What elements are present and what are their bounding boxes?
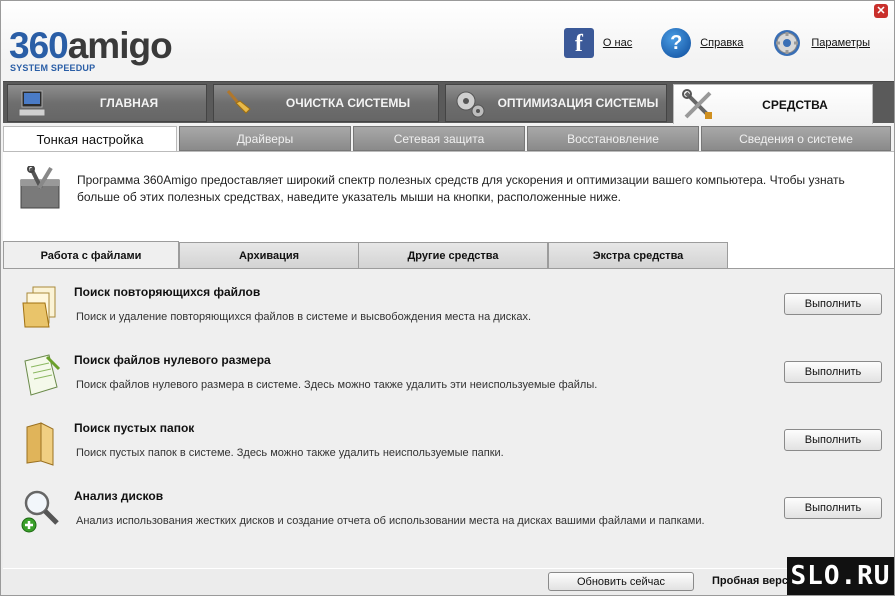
innertab-files[interactable]: Работа с файлами [3, 241, 179, 269]
subtab-network[interactable]: Сетевая защита [353, 126, 525, 151]
innertab-archive[interactable]: Архивация [179, 242, 359, 269]
tool-disk-analysis: Анализ дисков Анализ использования жестк… [3, 483, 894, 545]
run-duplicate-files-button[interactable]: Выполнить [784, 293, 882, 315]
help-link[interactable]: Справка [700, 37, 743, 49]
subtab-drivers[interactable]: Драйверы [179, 126, 351, 151]
tool-name: Поиск файлов нулевого размера [74, 353, 271, 367]
tab-optimization-label: ОПТИМИЗАЦИЯ СИСТЕМЫ [497, 96, 659, 110]
gear-icon[interactable] [771, 27, 803, 59]
subtab-tweaks[interactable]: Тонкая настройка [3, 126, 177, 152]
tools-panel: Поиск повторяющихся файлов Поиск и удале… [3, 268, 894, 568]
duplicate-files-icon [19, 283, 63, 331]
tool-name: Поиск пустых папок [74, 421, 195, 435]
tab-tools-label: СРЕДСТВА [762, 97, 828, 112]
subtab-restore[interactable]: Восстановление [527, 126, 699, 151]
innertab-extra[interactable]: Экстра средства [548, 242, 728, 269]
top-links: f О нас ? Справка Параметры [563, 25, 870, 61]
close-icon[interactable]: ✕ [874, 4, 888, 18]
about-link[interactable]: О нас [603, 37, 632, 49]
tool-duplicate-files: Поиск повторяющихся файлов Поиск и удале… [3, 279, 894, 341]
status-bar: Обновить сейчас Пробная версия [3, 569, 894, 595]
run-zero-files-button[interactable]: Выполнить [784, 361, 882, 383]
tab-cleanup-label: ОЧИСТКА СИСТЕМЫ [285, 96, 411, 110]
help-icon[interactable]: ? [660, 27, 692, 59]
tool-name: Анализ дисков [74, 489, 164, 503]
settings-link[interactable]: Параметры [811, 37, 870, 49]
tool-empty-folders: Поиск пустых папок Поиск пустых папок в … [3, 415, 894, 477]
logo-subtitle: SYSTEM SPEEDUP [10, 63, 96, 73]
run-empty-folders-button[interactable]: Выполнить [784, 429, 882, 451]
subtab-sysinfo[interactable]: Сведения о системе [701, 126, 891, 151]
tab-cleanup[interactable]: ОЧИСТКА СИСТЕМЫ [213, 84, 439, 122]
tools-icon [678, 88, 718, 122]
tool-name: Поиск повторяющихся файлов [74, 285, 261, 299]
tool-description: Поиск пустых папок в системе. Здесь можн… [76, 447, 504, 459]
run-disk-analysis-button[interactable]: Выполнить [784, 497, 882, 519]
empty-folder-icon [19, 419, 63, 467]
watermark-logo: SLO.RU [787, 557, 894, 595]
content-area: Программа 360Amigo предоставляет широкий… [3, 151, 894, 569]
tool-description: Поиск файлов нулевого размера в системе.… [76, 379, 598, 391]
tool-description: Анализ использования жестких дисков и со… [76, 515, 705, 527]
innertab-other[interactable]: Другие средства [358, 242, 548, 269]
tab-tools[interactable]: СРЕДСТВА [673, 84, 873, 124]
facebook-icon[interactable]: f [563, 27, 595, 59]
sub-tabs: Тонкая настройка Драйверы Сетевая защита… [3, 126, 894, 152]
logo-prefix: 360 [9, 25, 69, 66]
logo-suffix: amigo [67, 25, 173, 66]
intro-text: Программа 360Amigo предоставляет широкий… [77, 173, 845, 204]
tab-optimization[interactable]: ОПТИМИЗАЦИЯ СИСТЕМЫ [445, 84, 667, 122]
zero-files-icon [19, 351, 63, 399]
tool-zero-size-files: Поиск файлов нулевого размера Поиск файл… [3, 347, 894, 409]
gears-icon [450, 86, 490, 120]
tool-description: Поиск и удаление повторяющихся файлов в … [76, 311, 532, 323]
computer-icon [12, 86, 52, 120]
magnifier-icon [19, 487, 63, 535]
app-logo: 360amigo SYSTEM SPEEDUP [7, 19, 173, 77]
tab-home[interactable]: ГЛАВНАЯ [7, 84, 207, 122]
toolbox-icon [17, 165, 67, 212]
app-window: ✕ 360amigo SYSTEM SPEEDUP f О нас ? Спра… [0, 0, 895, 596]
inner-tabs: Работа с файлами Архивация Другие средст… [3, 241, 894, 269]
update-now-button[interactable]: Обновить сейчас [548, 572, 694, 591]
tab-home-label: ГЛАВНАЯ [99, 96, 159, 110]
broom-icon [218, 86, 258, 120]
main-tabs: ГЛАВНАЯ ОЧИСТКА СИСТЕМЫ ОПТИМИЗАЦИЯ СИСТ… [3, 81, 894, 124]
